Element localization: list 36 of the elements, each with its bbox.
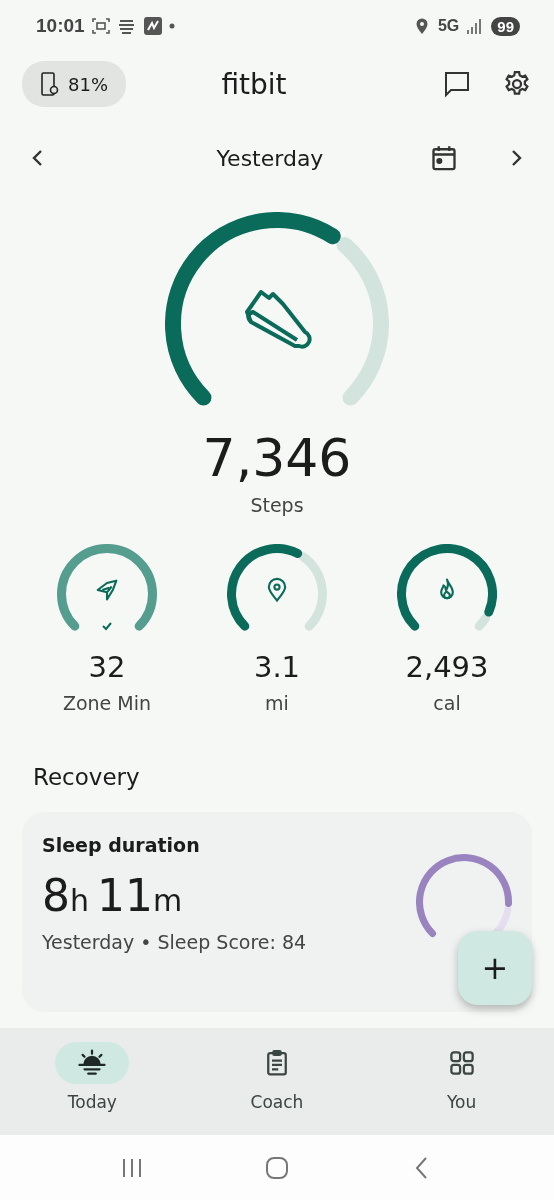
status-time: 10:01 bbox=[36, 15, 85, 37]
stat-value: 2,493 bbox=[405, 650, 489, 684]
add-button[interactable]: + bbox=[458, 931, 532, 1005]
stat-label: Zone Min bbox=[62, 692, 152, 714]
steps-value: 7,346 bbox=[201, 428, 353, 488]
app-notification-icon bbox=[142, 16, 163, 36]
stat-label: mi bbox=[265, 692, 289, 714]
home-icon[interactable] bbox=[264, 1154, 290, 1181]
minutes-unit: m bbox=[153, 883, 183, 918]
device-battery-text: 81% bbox=[68, 73, 108, 95]
nav-tab[interactable]: Today bbox=[17, 1042, 168, 1112]
nav-tab[interactable]: Coach bbox=[202, 1042, 352, 1112]
hours-value: 8 bbox=[42, 870, 70, 921]
card-title: Sleep duration bbox=[42, 834, 201, 856]
app-title: fitbit bbox=[220, 67, 288, 101]
calendar-icon[interactable] bbox=[430, 144, 458, 172]
device-battery-chip[interactable]: 81% bbox=[22, 61, 126, 107]
network-type: 5G bbox=[437, 17, 460, 35]
stat-value: 3.1 bbox=[253, 650, 301, 684]
hours-unit: h bbox=[70, 883, 89, 918]
sleep-summary: Yesterday • Sleep Score: 84 bbox=[42, 931, 308, 953]
chat-icon[interactable] bbox=[442, 69, 472, 99]
dot-icon bbox=[168, 23, 175, 29]
battery-level: 99 bbox=[491, 16, 520, 36]
section-title: Recovery bbox=[32, 763, 141, 790]
sunrise-icon bbox=[77, 1048, 108, 1078]
stat-ring-track bbox=[474, 613, 491, 631]
steps-label: Steps bbox=[249, 494, 305, 516]
phone-watch-icon bbox=[40, 71, 60, 97]
minutes-value: 11 bbox=[97, 870, 153, 921]
stat-value: 32 bbox=[88, 650, 126, 684]
nav-tab[interactable]: You bbox=[386, 1042, 537, 1112]
date-label: Yesterday bbox=[215, 145, 325, 171]
check-icon bbox=[101, 620, 113, 632]
screenshot-icon bbox=[90, 16, 111, 36]
stat-label: cal bbox=[433, 692, 461, 714]
